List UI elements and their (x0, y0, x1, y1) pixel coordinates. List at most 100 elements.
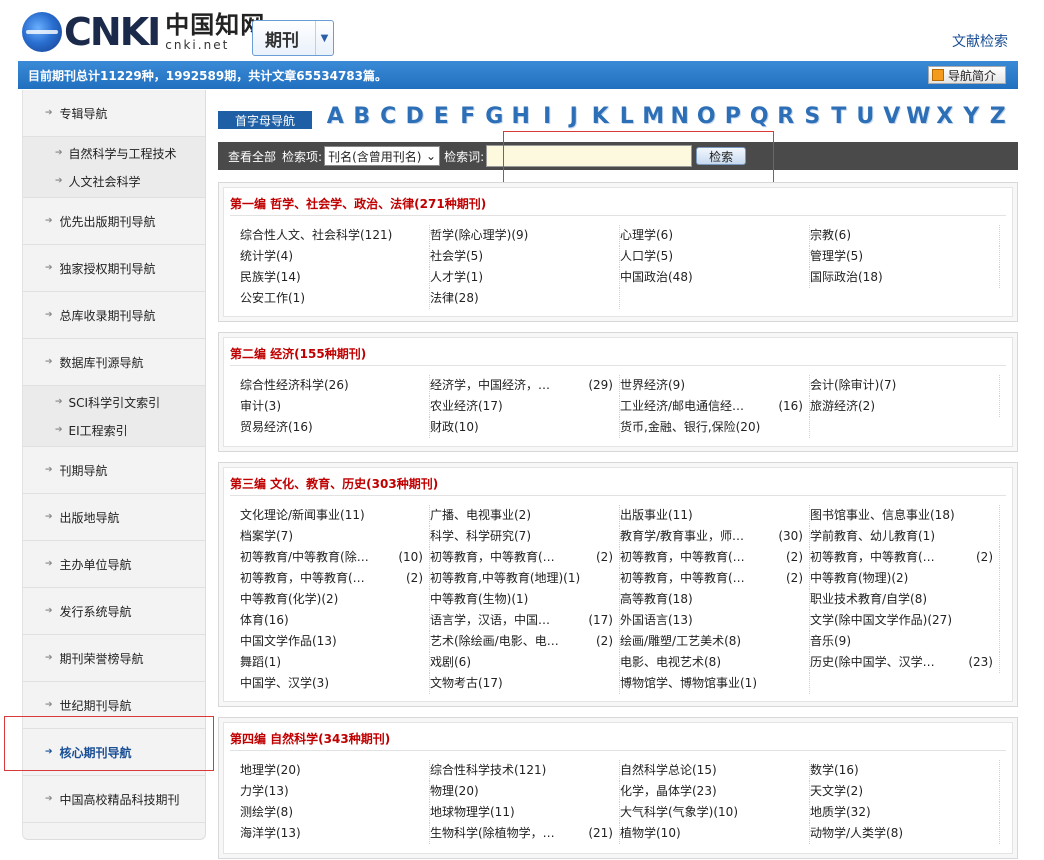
category-link[interactable]: 文物考古(17) (430, 673, 620, 694)
category-link[interactable]: 博物馆学、博物馆事业(1) (620, 673, 810, 694)
category-link[interactable]: 电影、电视艺术(8) (620, 652, 810, 673)
category-link[interactable]: 文化理论/新闻事业(11) (240, 505, 430, 526)
category-link[interactable]: 语言学，汉语，中国… (17) (430, 610, 620, 631)
category-link[interactable]: 初等教育，中等教育(… (2) (810, 547, 1000, 568)
sidebar-item-period[interactable]: ➔ 刊期导航 (23, 447, 205, 494)
category-link[interactable]: 法律(28) (430, 288, 620, 309)
letter-a[interactable]: A (322, 104, 349, 129)
category-link[interactable]: 生物科学(除植物学，… (21) (430, 823, 620, 844)
category-link[interactable]: 自然科学总论(15) (620, 760, 810, 781)
letter-h[interactable]: H (508, 104, 535, 129)
letter-p[interactable]: P (720, 104, 747, 129)
category-link[interactable]: 国际政治(18) (810, 267, 1000, 288)
category-link[interactable]: 社会学(5) (430, 246, 620, 267)
category-link[interactable]: 科学、科学研究(7) (430, 526, 620, 547)
category-link[interactable]: 统计学(4) (240, 246, 430, 267)
category-link[interactable]: 心理学(6) (620, 225, 810, 246)
letter-v[interactable]: V (879, 104, 906, 129)
letter-j[interactable]: J (561, 104, 588, 129)
sidebar-subitem-science[interactable]: ➔ 自然科学与工程技术 (23, 139, 205, 167)
category-link[interactable]: 体育(16) (240, 610, 430, 631)
sidebar-subitem-humanities[interactable]: ➔ 人文社会科学 (23, 167, 205, 195)
letter-k[interactable]: K (587, 104, 614, 129)
category-link[interactable]: 舞蹈(1) (240, 652, 430, 673)
letter-m[interactable]: M (640, 104, 667, 129)
category-link[interactable]: 地理学(20) (240, 760, 430, 781)
category-link[interactable]: 工业经济/邮电通信经… (16) (620, 396, 810, 417)
sidebar-item-distribution[interactable]: ➔ 发行系统导航 (23, 588, 205, 635)
letter-r[interactable]: R (773, 104, 800, 129)
section-title[interactable]: 第四编 自然科学(343种期刊) (230, 730, 390, 747)
cnki-logo[interactable]: CNKI 中国知网 cnki.net (22, 10, 265, 54)
letter-z[interactable]: Z (985, 104, 1012, 129)
category-link[interactable]: 档案学(7) (240, 526, 430, 547)
category-link[interactable]: 审计(3) (240, 396, 430, 417)
category-link[interactable]: 人才学(1) (430, 267, 620, 288)
category-link[interactable]: 哲学(除心理学)(9) (430, 225, 620, 246)
category-link[interactable]: 地质学(32) (810, 802, 1000, 823)
category-link[interactable]: 财政(10) (430, 417, 620, 438)
letter-q[interactable]: Q (746, 104, 773, 129)
letter-d[interactable]: D (402, 104, 429, 129)
letter-f[interactable]: F (455, 104, 482, 129)
category-link[interactable]: 世界经济(9) (620, 375, 810, 396)
chevron-down-icon[interactable]: ▼ (315, 21, 333, 55)
category-link[interactable]: 人口学(5) (620, 246, 810, 267)
category-link[interactable]: 中等教育(化学)(2) (240, 589, 430, 610)
category-link[interactable]: 公安工作(1) (240, 288, 430, 309)
view-all-link[interactable]: 查看全部 (228, 148, 276, 165)
category-link[interactable]: 历史(除中国学、汉学… (23) (810, 652, 1000, 673)
letter-l[interactable]: L (614, 104, 641, 129)
category-link[interactable]: 中国学、汉学(3) (240, 673, 430, 694)
category-link[interactable]: 职业技术教育/自学(8) (810, 589, 1000, 610)
category-link[interactable]: 外国语言(13) (620, 610, 810, 631)
category-link[interactable]: 中等教育(生物)(1) (430, 589, 620, 610)
letter-w[interactable]: W (905, 104, 932, 129)
journal-type-select[interactable]: 期刊 ▼ (252, 20, 334, 56)
category-link[interactable]: 贸易经济(16) (240, 417, 430, 438)
category-link[interactable]: 综合性人文、社会科学(121) (240, 225, 430, 246)
category-link[interactable]: 艺术(除绘画/电影、电… (2) (430, 631, 620, 652)
category-link[interactable]: 初等教育，中等教育(… (2) (240, 568, 430, 589)
sidebar-item-honors[interactable]: ➔ 期刊荣誉榜导航 (23, 635, 205, 682)
category-link[interactable]: 初等教育/中等教育(除… (10) (240, 547, 430, 568)
category-link[interactable]: 经济学，中国经济，… (29) (430, 375, 620, 396)
category-link[interactable]: 中国政治(48) (620, 267, 810, 288)
category-link[interactable]: 初等教育，中等教育(… (2) (430, 547, 620, 568)
letter-n[interactable]: N (667, 104, 694, 129)
category-link[interactable]: 中等教育(物理)(2) (810, 568, 1000, 589)
category-link[interactable]: 初等教育，中等教育(… (2) (620, 547, 810, 568)
sidebar-subitem-ei[interactable]: ➔ EI工程索引 (23, 416, 205, 444)
category-link[interactable]: 绘画/雕塑/工艺美术(8) (620, 631, 810, 652)
category-link[interactable]: 动物学/人类学(8) (810, 823, 1000, 844)
category-link[interactable]: 货币,金融、银行,保险(20) (620, 417, 810, 438)
sidebar-subitem-sci[interactable]: ➔ SCI科学引文索引 (23, 388, 205, 416)
sidebar-item-sponsor[interactable]: ➔ 主办单位导航 (23, 541, 205, 588)
section-title[interactable]: 第一编 哲学、社会学、政治、法律(271种期刊) (230, 195, 486, 212)
category-link[interactable]: 出版事业(11) (620, 505, 810, 526)
category-link[interactable]: 力学(13) (240, 781, 430, 802)
category-link[interactable]: 民族学(14) (240, 267, 430, 288)
category-link[interactable]: 化学，晶体学(23) (620, 781, 810, 802)
sidebar-item-collection[interactable]: ➔ 总库收录期刊导航 (23, 292, 205, 339)
sidebar-item-priority[interactable]: ➔ 优先出版期刊导航 (23, 198, 205, 245)
category-link[interactable]: 农业经济(17) (430, 396, 620, 417)
category-link[interactable]: 中国文学作品(13) (240, 631, 430, 652)
letter-c[interactable]: C (375, 104, 402, 129)
letter-s[interactable]: S (799, 104, 826, 129)
category-link[interactable]: 广播、电视事业(2) (430, 505, 620, 526)
section-title[interactable]: 第三编 文化、教育、历史(303种期刊) (230, 475, 438, 492)
letter-e[interactable]: E (428, 104, 455, 129)
category-link[interactable]: 图书馆事业、信息事业(18) (810, 505, 1000, 526)
sidebar-item-university[interactable]: ➔ 中国高校精品科技期刊 (23, 776, 205, 823)
category-link[interactable]: 天文学(2) (810, 781, 1000, 802)
category-link[interactable]: 学前教育、幼儿教育(1) (810, 526, 1000, 547)
section-title[interactable]: 第二编 经济(155种期刊) (230, 345, 366, 362)
sidebar-item-location[interactable]: ➔ 出版地导航 (23, 494, 205, 541)
category-link[interactable]: 海洋学(13) (240, 823, 430, 844)
search-field-select[interactable]: 刊名(含曾用刊名) ⌄ (324, 146, 441, 166)
letter-i[interactable]: I (534, 104, 561, 129)
category-link[interactable]: 地球物理学(11) (430, 802, 620, 823)
sidebar-item-exclusive[interactable]: ➔ 独家授权期刊导航 (23, 245, 205, 292)
category-link[interactable]: 音乐(9) (810, 631, 1000, 652)
